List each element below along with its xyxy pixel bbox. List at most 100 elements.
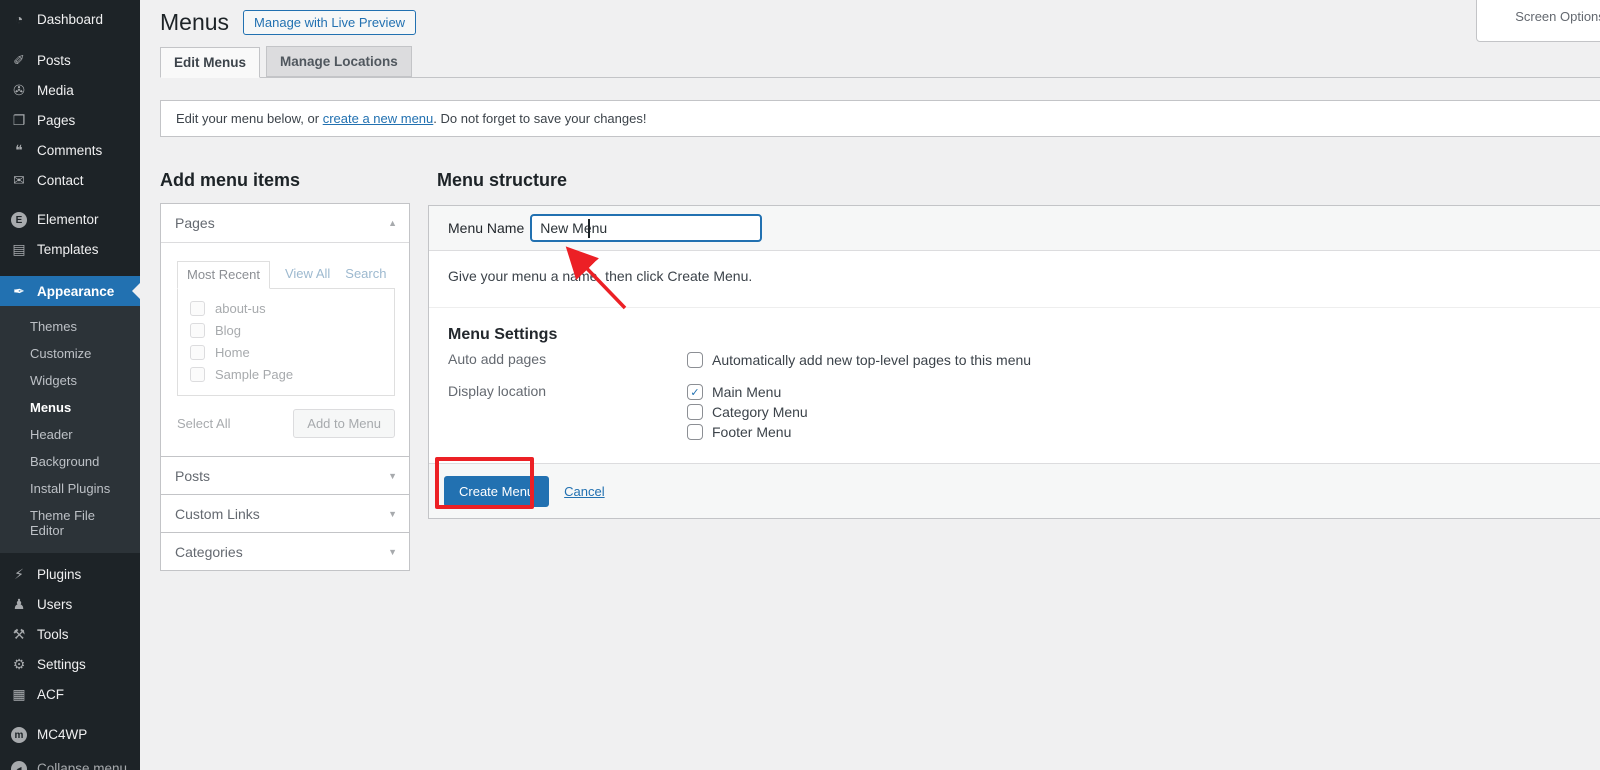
submenu-item-widgets[interactable]: Widgets (0, 367, 140, 394)
sidebar-item-posts[interactable]: ✐ Posts (0, 45, 140, 75)
sidebar-item-contact[interactable]: ✉ Contact (0, 165, 140, 195)
paintbrush-icon: ✒ (9, 283, 29, 300)
checkbox-unchecked[interactable] (687, 424, 703, 440)
tab-manage-locations[interactable]: Manage Locations (266, 46, 412, 77)
submenu-item-header[interactable]: Header (0, 421, 140, 448)
menu-settings-heading: Menu Settings (448, 326, 1600, 344)
grid-icon: ▦ (9, 686, 29, 703)
cancel-link[interactable]: Cancel (564, 484, 604, 499)
page-item-label: Sample Page (215, 367, 293, 382)
text-cursor (588, 219, 590, 238)
sidebar-item-label: Comments (37, 143, 102, 158)
page-title: Menus (160, 8, 229, 37)
submenu-item-theme-file-editor[interactable]: Theme File Editor (0, 502, 140, 544)
auto-add-pages-option-label: Automatically add new top-level pages to… (712, 352, 1031, 368)
sidebar-item-mc4wp[interactable]: m MC4WP (0, 719, 140, 749)
sidebar-item-label: Media (37, 83, 74, 98)
display-location-options: ✓ Main Menu Category Menu Footer Menu (687, 382, 808, 442)
submenu-item-menus[interactable]: Menus (0, 394, 140, 421)
user-icon: ♟ (9, 596, 29, 613)
media-icon: ✇ (9, 82, 29, 99)
custom-links-accordion-header[interactable]: Custom Links ▼ (161, 494, 409, 532)
collapse-arrow-icon: ◂ (9, 759, 29, 770)
folder-icon: ▤ (9, 241, 29, 258)
sidebar-item-label: Templates (37, 242, 99, 257)
notice-text-before: Edit your menu below, or (176, 111, 323, 126)
sidebar-item-users[interactable]: ♟ Users (0, 589, 140, 619)
submenu-item-themes[interactable]: Themes (0, 313, 140, 340)
divider (429, 307, 1600, 308)
sidebar-item-label: Tools (37, 627, 69, 642)
checkbox-unchecked[interactable] (190, 345, 205, 360)
pages-accordion-header[interactable]: Pages ▲ (161, 204, 409, 242)
envelope-icon: ✉ (9, 172, 29, 189)
display-location-row: Display location ✓ Main Menu Category Me… (429, 382, 1600, 442)
screen-options-button[interactable]: Screen Options (1476, 0, 1600, 42)
sidebar-item-acf[interactable]: ▦ ACF (0, 679, 140, 709)
dashboard-icon: ◔ (9, 11, 29, 27)
elementor-icon: E (9, 210, 29, 229)
sidebar-item-appearance[interactable]: ✒ Appearance (0, 276, 140, 306)
manage-with-live-preview-button[interactable]: Manage with Live Preview (243, 10, 416, 35)
add-to-menu-button[interactable]: Add to Menu (293, 409, 395, 438)
tab-view-all[interactable]: View All (285, 266, 330, 289)
sidebar-item-comments[interactable]: ❝ Comments (0, 135, 140, 165)
chevron-down-icon: ▼ (388, 509, 397, 519)
submenu-item-customize[interactable]: Customize (0, 340, 140, 367)
sliders-icon: ⚙ (9, 656, 29, 673)
checkbox-unchecked[interactable] (190, 301, 205, 316)
page-checkbox-row-blog[interactable]: Blog (190, 323, 394, 338)
location-option-main-menu[interactable]: ✓ Main Menu (687, 382, 808, 402)
checkbox-unchecked[interactable] (687, 404, 703, 420)
checkbox-unchecked[interactable] (190, 367, 205, 382)
create-menu-button[interactable]: Create Menu (444, 476, 549, 507)
sidebar-item-collapse-menu[interactable]: ◂ Collapse menu (0, 753, 140, 770)
pages-accordion-body: Most Recent View All Search about-us Blo… (161, 242, 409, 456)
pushpin-icon: ✐ (9, 52, 29, 69)
sidebar-item-plugins[interactable]: ⚡ Plugins (0, 559, 140, 589)
categories-accordion-header[interactable]: Categories ▼ (161, 532, 409, 570)
submenu-item-background[interactable]: Background (0, 448, 140, 475)
create-a-new-menu-link[interactable]: create a new menu (323, 111, 434, 126)
pages-footer: Select All Add to Menu (177, 409, 395, 438)
chevron-up-icon: ▲ (388, 218, 397, 228)
posts-accordion-header[interactable]: Posts ▼ (161, 456, 409, 494)
menu-name-input[interactable] (530, 214, 762, 242)
sidebar-item-templates[interactable]: ▤ Templates (0, 234, 140, 264)
sidebar-item-label: Collapse menu (37, 761, 127, 770)
notice-text-after: . Do not forget to save your changes! (433, 111, 646, 126)
sidebar-item-label: Contact (37, 173, 84, 188)
checkbox-checked[interactable]: ✓ (687, 384, 703, 400)
comment-bubble-icon: ❝ (9, 142, 29, 159)
page-checkbox-row-home[interactable]: Home (190, 345, 394, 360)
admin-sidebar: ◔ Dashboard ✐ Posts ✇ Media ❐ Pages ❝ Co… (0, 0, 140, 770)
checkbox-unchecked[interactable] (190, 323, 205, 338)
sidebar-item-elementor[interactable]: E Elementor (0, 204, 140, 234)
location-option-label: Main Menu (712, 384, 781, 400)
page-checkbox-row-about-us[interactable]: about-us (190, 301, 394, 316)
sidebar-item-label: Posts (37, 53, 71, 68)
menu-help-text: Give your menu a name, then click Create… (448, 268, 1600, 284)
submenu-item-install-plugins[interactable]: Install Plugins (0, 475, 140, 502)
location-option-label: Category Menu (712, 404, 808, 420)
tab-edit-menus[interactable]: Edit Menus (160, 47, 260, 78)
tab-most-recent[interactable]: Most Recent (177, 261, 270, 289)
select-all-link[interactable]: Select All (177, 416, 230, 431)
checkbox-unchecked[interactable] (687, 352, 703, 368)
sidebar-item-pages[interactable]: ❐ Pages (0, 105, 140, 135)
location-option-footer-menu[interactable]: Footer Menu (687, 422, 808, 442)
sidebar-item-dashboard[interactable]: ◔ Dashboard (0, 4, 140, 34)
page-checkbox-row-sample-page[interactable]: Sample Page (190, 367, 394, 382)
sidebar-item-tools[interactable]: ⚒ Tools (0, 619, 140, 649)
sidebar-item-media[interactable]: ✇ Media (0, 75, 140, 105)
custom-links-accordion-title: Custom Links (175, 506, 260, 522)
auto-add-pages-option[interactable]: Automatically add new top-level pages to… (687, 350, 1031, 370)
page-header: Menus Manage with Live Preview (160, 8, 416, 37)
categories-accordion-title: Categories (175, 544, 243, 560)
pages-inner-tabs: Most Recent View All Search (177, 262, 395, 289)
location-option-category-menu[interactable]: Category Menu (687, 402, 808, 422)
sidebar-item-label: Users (37, 597, 72, 612)
posts-accordion-title: Posts (175, 468, 210, 484)
sidebar-item-settings[interactable]: ⚙ Settings (0, 649, 140, 679)
tab-search[interactable]: Search (345, 266, 386, 289)
